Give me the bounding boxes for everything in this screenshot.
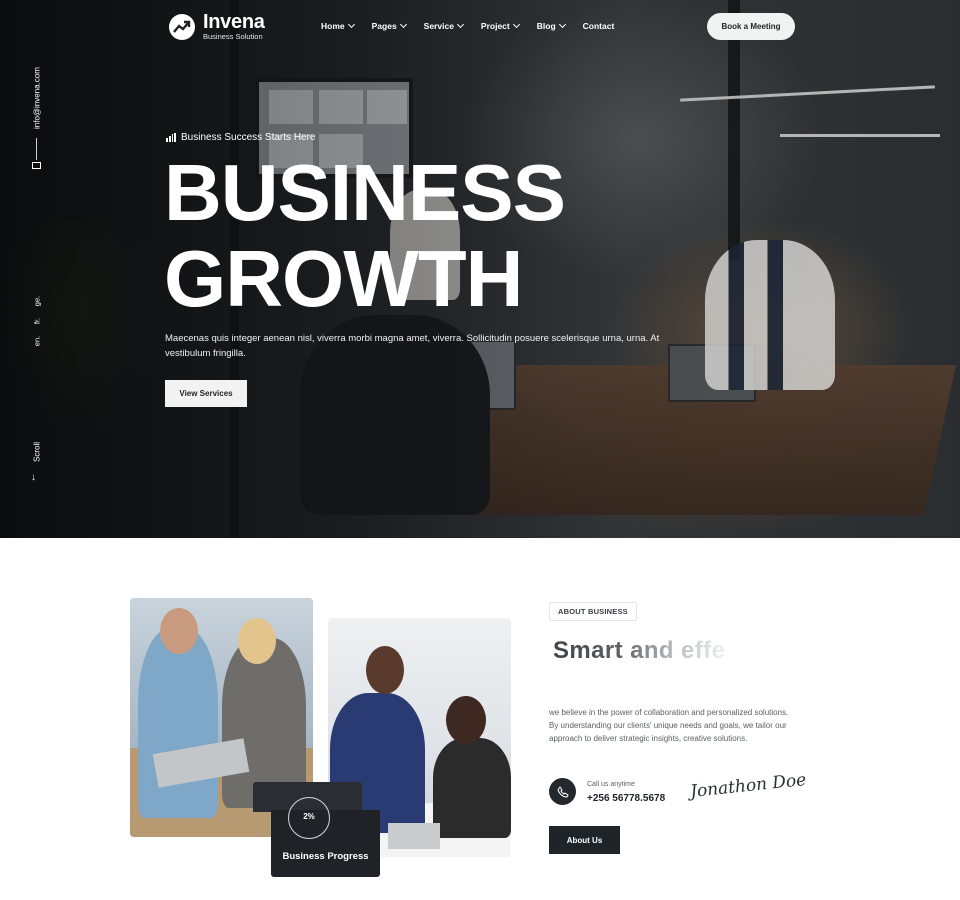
chevron-down-icon [456,20,464,29]
hero-eyebrow-text: Business Success Starts Here [181,132,316,143]
arrow-down-icon[interactable]: ↓ [31,472,36,483]
bar-chart-icon [166,133,176,142]
language-ge[interactable]: ge. [33,296,42,306]
side-email-link[interactable]: info@invena.com [33,67,42,129]
nav-item-home[interactable]: Home [321,20,355,31]
nav-item-label: Contact [582,21,615,31]
photo-laptop [388,823,440,849]
logo-arrow-icon [169,13,195,40]
hero-eyebrow: Business Success Starts Here [166,132,316,143]
nav-item-contact[interactable]: Contact [583,21,615,31]
nav-item-label: Blog [536,21,556,31]
photo-person-head [366,646,404,694]
hero-headline: BUSINESS GROWTH [164,148,566,323]
photo-person-head [446,696,486,744]
side-divider [36,138,37,160]
book-meeting-button[interactable]: Book a Meeting [707,13,795,40]
nav-item-project[interactable]: Project [480,20,520,31]
language-en[interactable]: en. [33,336,42,346]
chevron-down-icon [347,20,355,29]
call-number[interactable]: +256 56778.5678 [587,793,665,804]
hero-section: Invena Business Solution Home Pages Serv… [0,0,960,538]
nav-item-label: Project [480,21,510,31]
nav-item-label: Home [321,21,345,31]
progress-label: Business Progress [282,851,369,862]
about-badge: ABOUT BUSINESS [549,602,637,621]
chevron-down-icon [558,20,566,29]
signature: Jonathon Doe [689,769,808,803]
nav-item-service[interactable]: Service [423,20,464,31]
photo-person [138,628,218,818]
hero-headline-line1: BUSINESS [164,148,566,237]
photo-person-head [160,608,198,654]
language-fr[interactable]: fr. [33,318,42,324]
nav-item-blog[interactable]: Blog [536,20,566,31]
brand-name: Invena [203,11,265,33]
view-services-button[interactable]: View Services [165,380,247,407]
about-us-button[interactable]: About Us [549,826,620,854]
about-title: Smart and effe [553,637,726,664]
chevron-down-icon [512,20,520,29]
scroll-label[interactable]: Scroll [33,442,42,462]
main-nav: Home Pages Service Project Blog Contact [321,20,632,31]
mail-icon [32,162,41,169]
nav-item-label: Pages [371,21,397,31]
call-label: Call us anytime [587,781,635,788]
phone-icon[interactable] [549,778,576,805]
hero-description: Maecenas quis integer aenean nisl, viver… [165,333,660,359]
about-description: we believe in the power of collaboration… [549,708,789,743]
brand-logo[interactable]: Invena Business Solution [169,12,265,41]
chevron-down-icon [399,20,407,29]
photo-person-head [238,618,276,664]
nav-item-label: Service [423,21,454,31]
brand-tagline: Business Solution [203,32,263,41]
hero-headline-line2: GROWTH [164,234,523,323]
photo-person [433,738,511,838]
nav-item-pages[interactable]: Pages [371,20,407,31]
progress-value: 2% [303,812,315,821]
